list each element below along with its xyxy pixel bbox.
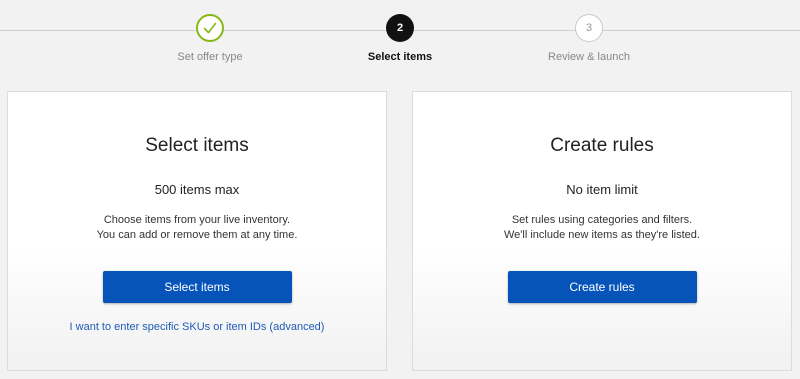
select-items-card: Select items 500 items max Choose items … (7, 91, 387, 371)
card-description-line: Set rules using categories and filters. (511, 214, 693, 226)
step-review-launch: 3 Review & launch (509, 14, 669, 63)
step-label: Review & launch (548, 51, 630, 63)
create-rules-card: Create rules No item limit Set rules usi… (412, 91, 792, 371)
step-set-offer-type[interactable]: Set offer type (130, 14, 290, 63)
enter-skus-link[interactable]: I want to enter specific SKUs or item ID… (8, 321, 386, 333)
select-items-button[interactable]: Select items (102, 271, 292, 303)
step-number: 2 (386, 14, 414, 42)
card-description: Choose items from your live inventory. Y… (8, 213, 386, 243)
card-limit: No item limit (566, 182, 638, 197)
card-description-line: Choose items from your live inventory. (103, 214, 291, 226)
progress-stepper: Set offer type 2 Select items 3 Review &… (0, 0, 800, 80)
step-number: 3 (575, 14, 603, 42)
step-select-items: 2 Select items (320, 14, 480, 63)
card-description: Set rules using categories and filters. … (413, 213, 791, 243)
create-rules-button[interactable]: Create rules (507, 271, 697, 303)
card-limit: 500 items max (154, 182, 240, 197)
check-icon (203, 22, 217, 34)
card-title: Create rules (550, 135, 654, 156)
step-label: Set offer type (177, 51, 243, 63)
step-label: Select items (367, 51, 433, 63)
card-description-line: You can add or remove them at any time. (96, 229, 298, 241)
card-description-line: We'll include new items as they're liste… (504, 229, 700, 241)
card-title: Select items (145, 135, 249, 156)
step-complete-circle (196, 14, 224, 42)
